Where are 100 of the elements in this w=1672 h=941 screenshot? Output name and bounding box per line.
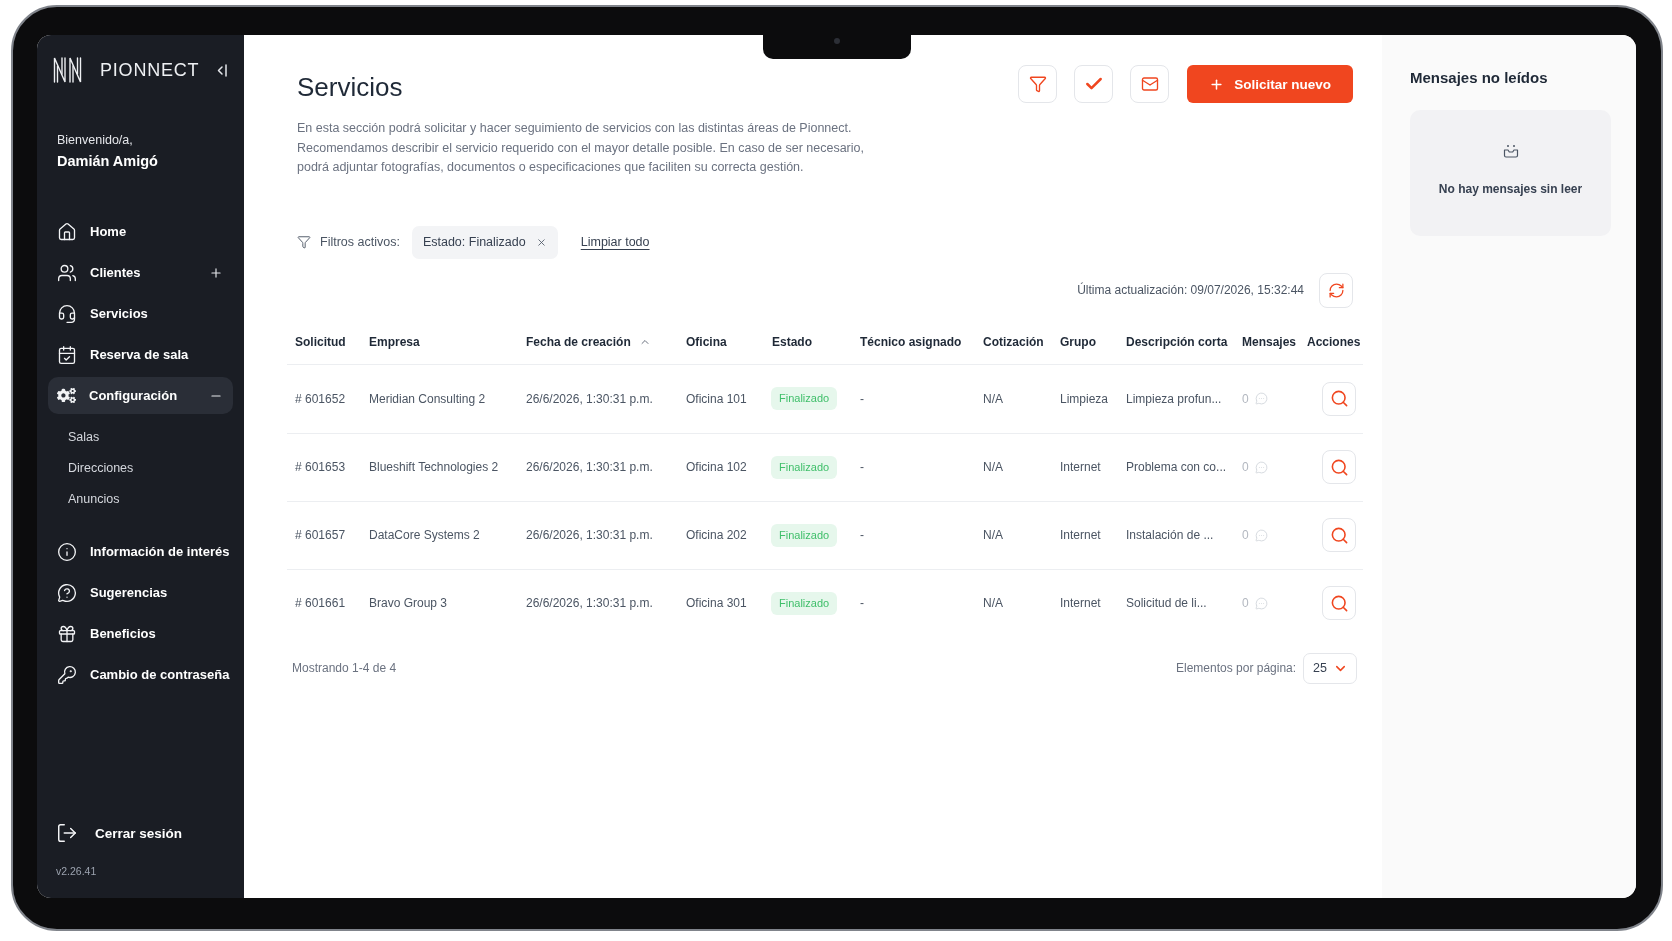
table-cell: # 601652 — [295, 391, 346, 406]
table-cell: DataCore Systems 2 — [369, 528, 480, 542]
table-cell: Oficina 101 — [686, 391, 747, 406]
last-update-text: Última actualización: 09/07/2026, 15:32:44 — [1077, 283, 1304, 297]
version-text: v2.26.41 — [55, 864, 98, 878]
table-cell: # 601661 — [295, 596, 346, 610]
view-button[interactable] — [1322, 450, 1356, 484]
table-cell: Limpieza — [1060, 391, 1109, 406]
column-header: Estado — [772, 335, 812, 349]
close-icon[interactable] — [535, 236, 547, 248]
view-button[interactable] — [1322, 518, 1356, 552]
column-header: Oficina — [686, 335, 727, 349]
table-cell: Meridian Consulting 2 — [369, 391, 486, 406]
column-header: Grupo — [1060, 335, 1096, 349]
column-header: Técnico asignado — [860, 335, 962, 349]
search-icon — [1329, 525, 1349, 545]
table-cell: # 601657 — [295, 528, 346, 542]
nav-item[interactable]: Servicios — [48, 295, 233, 332]
home-icon — [57, 221, 77, 242]
table-cell: Internet — [1060, 460, 1101, 474]
results-summary: Mostrando 1-4 de 4 — [292, 661, 397, 675]
view-button[interactable] — [1322, 586, 1356, 620]
chat-bubble-icon — [1254, 392, 1268, 405]
column-header: Fecha de creación — [526, 335, 631, 349]
chat-bubble-icon — [1254, 528, 1268, 542]
mail-icon — [1140, 75, 1159, 93]
table-cell: 26/6/2026, 1:30:31 p.m. — [526, 460, 653, 474]
table-cell: Oficina 102 — [686, 460, 747, 474]
logout-icon — [56, 822, 78, 844]
filter-icon — [1028, 75, 1047, 93]
filter-button[interactable] — [1018, 65, 1058, 103]
plus-icon — [1209, 76, 1225, 92]
check-button[interactable] — [1074, 65, 1114, 103]
table-cell: N/A — [983, 528, 1003, 542]
collapse-icon[interactable] — [216, 63, 228, 77]
refresh-button[interactable] — [1319, 272, 1353, 308]
status-badge: Finalizado — [771, 523, 838, 547]
table-cell: Internet — [1060, 596, 1101, 610]
table-cell: - — [860, 596, 864, 610]
table-cell: - — [860, 391, 864, 406]
search-icon — [1329, 593, 1349, 613]
panel-title: Mensajes no leídos — [1410, 68, 1548, 88]
table-cell: Oficina 202 — [686, 528, 747, 542]
logout-button[interactable]: Cerrar sesión — [48, 818, 191, 848]
message-count: 0 — [1242, 391, 1249, 406]
nav-item[interactable]: Reserva de sala — [48, 336, 233, 373]
subnav-item[interactable]: Salas — [48, 421, 233, 452]
plus-icon[interactable] — [209, 265, 223, 280]
gears-icon — [57, 386, 76, 405]
message-count: 0 — [1242, 596, 1249, 610]
chat-bubble-icon — [1254, 460, 1268, 474]
logo-icon — [53, 57, 83, 83]
column-header: Solicitud — [295, 335, 346, 349]
table-cell: # 601653 — [295, 460, 346, 474]
clear-filters-link[interactable]: Limpiar todo — [580, 235, 650, 249]
table-cell: Solicitud de li... — [1126, 596, 1207, 610]
column-header: Descripción corta — [1126, 335, 1228, 349]
mail-button[interactable] — [1130, 65, 1170, 103]
table-cell: - — [860, 460, 864, 474]
gift-icon — [57, 623, 77, 644]
brand-name: PIONNECT — [100, 59, 200, 81]
headset-icon — [57, 303, 77, 324]
table-cell: Oficina 301 — [686, 596, 747, 610]
nav-item[interactable]: Información de interés — [48, 533, 233, 570]
page-size-label: Elementos por página: — [1176, 661, 1297, 675]
inbox-icon — [1502, 144, 1519, 158]
table-cell: 26/6/2026, 1:30:31 p.m. — [526, 391, 653, 406]
view-button[interactable] — [1322, 381, 1356, 416]
filter-chip[interactable]: Estado: Finalizado — [411, 225, 558, 259]
page-title: Servicios — [297, 71, 403, 103]
nav-item[interactable]: Cambio de contraseña — [48, 656, 233, 693]
table-cell: Problema con co... — [1126, 460, 1227, 474]
table-cell: N/A — [983, 596, 1003, 610]
nav-item[interactable]: Configuración — [48, 377, 233, 414]
search-icon — [1329, 389, 1349, 408]
filter-icon — [297, 235, 311, 249]
table-cell: 26/6/2026, 1:30:31 p.m. — [526, 528, 653, 542]
new-request-button[interactable]: Solicitar nuevo — [1187, 65, 1353, 103]
user-name: Damián Amigó — [56, 152, 159, 171]
table-cell: N/A — [983, 391, 1003, 406]
table-cell: Blueshift Technologies 2 — [369, 460, 499, 474]
subnav-item[interactable]: Direcciones — [48, 452, 233, 483]
chat-bubble-icon — [1254, 596, 1268, 610]
question-bubble-icon — [57, 582, 77, 603]
message-count: 0 — [1242, 528, 1249, 542]
column-header: Cotización — [983, 335, 1044, 349]
table-cell: Internet — [1060, 528, 1101, 542]
subnav-item[interactable]: Anuncios — [48, 483, 233, 514]
nav-item[interactable]: Home — [48, 213, 233, 250]
page-description: En esta sección podrá solicitar y hacer seguimiento de servicios con las distintas áreas de Pionnect. Recomendamos describir el servicio requerido con el mayor detalle posible. En caso de ser necesario, podrá adjuntar fotografías, documentos o especificaciones que faciliten su correcta gestión. — [297, 120, 864, 176]
table-cell: Instalación de ... — [1126, 528, 1214, 542]
info-icon — [57, 541, 77, 562]
nav-item[interactable]: Clientes — [48, 254, 233, 291]
nav-item[interactable]: Beneficios — [48, 615, 233, 652]
table-cell: Limpieza profun... — [1126, 391, 1222, 406]
status-badge: Finalizado — [771, 387, 838, 410]
table-cell: N/A — [983, 460, 1003, 474]
nav-item[interactable]: Sugerencias — [48, 574, 233, 611]
page-size-select[interactable]: 25 — [1303, 652, 1357, 684]
column-header: Empresa — [369, 335, 420, 349]
